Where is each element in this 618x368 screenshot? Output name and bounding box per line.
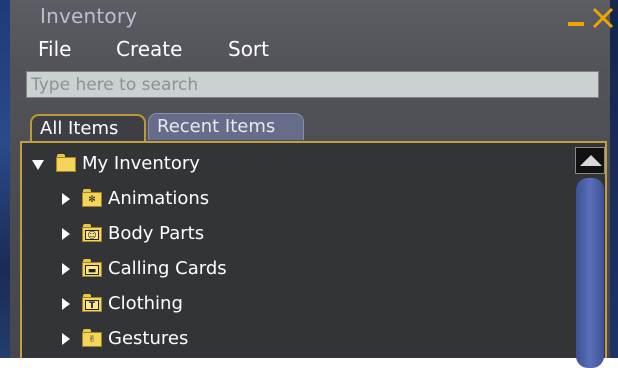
menu-file[interactable]: File <box>38 37 71 61</box>
tree-item-label: Body Parts <box>108 223 205 244</box>
expand-arrow-right-icon[interactable] <box>62 193 70 205</box>
expand-arrow-right-icon[interactable] <box>62 228 70 240</box>
tree-item-my-inventory[interactable]: My Inventory <box>22 150 572 178</box>
menu-sort[interactable]: Sort <box>228 37 269 61</box>
tree-item-calling-cards[interactable]: ▬ Calling Cards <box>22 255 572 283</box>
expand-arrow-right-icon[interactable] <box>62 298 70 310</box>
tab-all-items[interactable]: All Items <box>30 114 146 142</box>
inventory-tree: My Inventory ✻ Animations ☺ Body Parts ▬… <box>20 141 607 358</box>
tree-item-label: Animations <box>108 188 210 209</box>
calling-card-folder-icon: ▬ <box>82 259 102 277</box>
expand-arrow-right-icon[interactable] <box>62 263 70 275</box>
tab-recent-items[interactable]: Recent Items <box>148 113 304 140</box>
desktop-background-left <box>0 0 10 358</box>
vertical-scrollbar[interactable] <box>575 147 605 368</box>
close-icon[interactable] <box>591 6 615 30</box>
desktop-background-right <box>610 0 618 358</box>
folder-open-icon <box>56 154 76 172</box>
tree-item-label: Calling Cards <box>108 258 227 279</box>
tree-item-clothing[interactable]: T Clothing <box>22 290 572 318</box>
expand-arrow-down-icon[interactable] <box>32 160 44 170</box>
menu-create[interactable]: Create <box>116 37 182 61</box>
search-input[interactable] <box>26 71 599 98</box>
animation-folder-icon: ✻ <box>82 189 102 207</box>
tree-item-label: Gestures <box>108 328 189 349</box>
minimize-icon[interactable] <box>568 22 584 26</box>
gesture-folder-icon: ✌ <box>82 329 102 347</box>
tree-item-gestures[interactable]: ✌ Gestures <box>22 325 572 353</box>
clothing-folder-icon: T <box>82 294 102 312</box>
tree-item-label: My Inventory <box>82 153 200 174</box>
scroll-thumb[interactable] <box>576 178 604 368</box>
body-parts-folder-icon: ☺ <box>82 224 102 242</box>
scroll-up-arrow-icon <box>580 155 602 166</box>
inventory-window: Inventory File Create Sort All Items Rec… <box>0 0 618 368</box>
expand-arrow-right-icon[interactable] <box>62 333 70 345</box>
tree-item-body-parts[interactable]: ☺ Body Parts <box>22 220 572 248</box>
tree-item-animations[interactable]: ✻ Animations <box>22 185 572 213</box>
window-title: Inventory <box>40 4 138 28</box>
tree-item-label: Clothing <box>108 293 183 314</box>
scroll-up-button[interactable] <box>575 147 605 174</box>
